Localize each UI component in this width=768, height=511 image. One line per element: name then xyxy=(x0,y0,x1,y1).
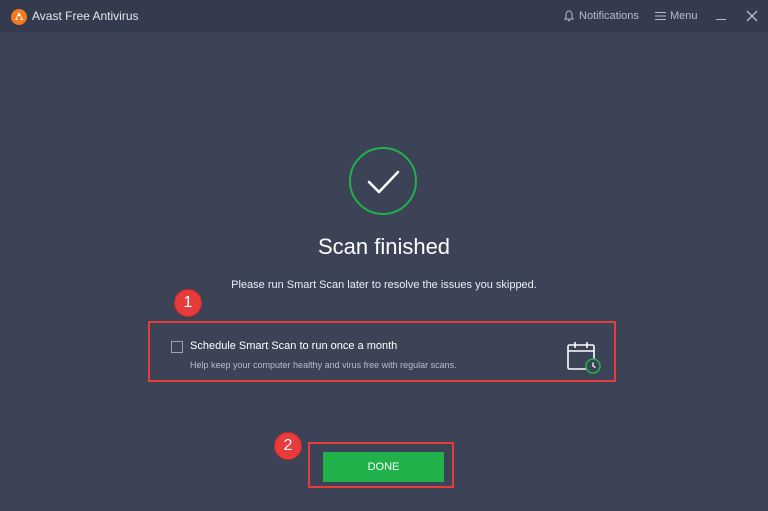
annotation-badge-1: 1 xyxy=(174,289,202,317)
annotation-badge-2: 2 xyxy=(274,432,302,460)
close-icon[interactable] xyxy=(744,8,760,24)
menu-button[interactable]: Menu xyxy=(655,0,698,32)
app-title: Avast Free Antivirus xyxy=(32,9,139,23)
bell-icon xyxy=(563,10,575,22)
title-bar: Avast Free Antivirus Notifications Menu xyxy=(0,0,768,32)
done-button[interactable]: DONE xyxy=(323,452,444,482)
hamburger-icon xyxy=(655,12,666,20)
scan-result-subtitle: Please run Smart Scan later to resolve t… xyxy=(231,279,537,291)
calendar-clock-icon xyxy=(567,342,601,374)
menu-label: Menu xyxy=(670,10,698,22)
minimize-icon[interactable] xyxy=(713,8,729,24)
schedule-label[interactable]: Schedule Smart Scan to run once a month xyxy=(190,340,397,352)
notifications-label: Notifications xyxy=(579,10,639,22)
success-check-icon xyxy=(349,147,417,215)
avast-logo-icon xyxy=(11,9,27,25)
schedule-help-text: Help keep your computer healthy and viru… xyxy=(190,360,457,370)
schedule-checkbox[interactable] xyxy=(171,341,183,353)
scan-result-title: Scan finished xyxy=(317,234,451,259)
notifications-button[interactable]: Notifications xyxy=(563,0,639,32)
